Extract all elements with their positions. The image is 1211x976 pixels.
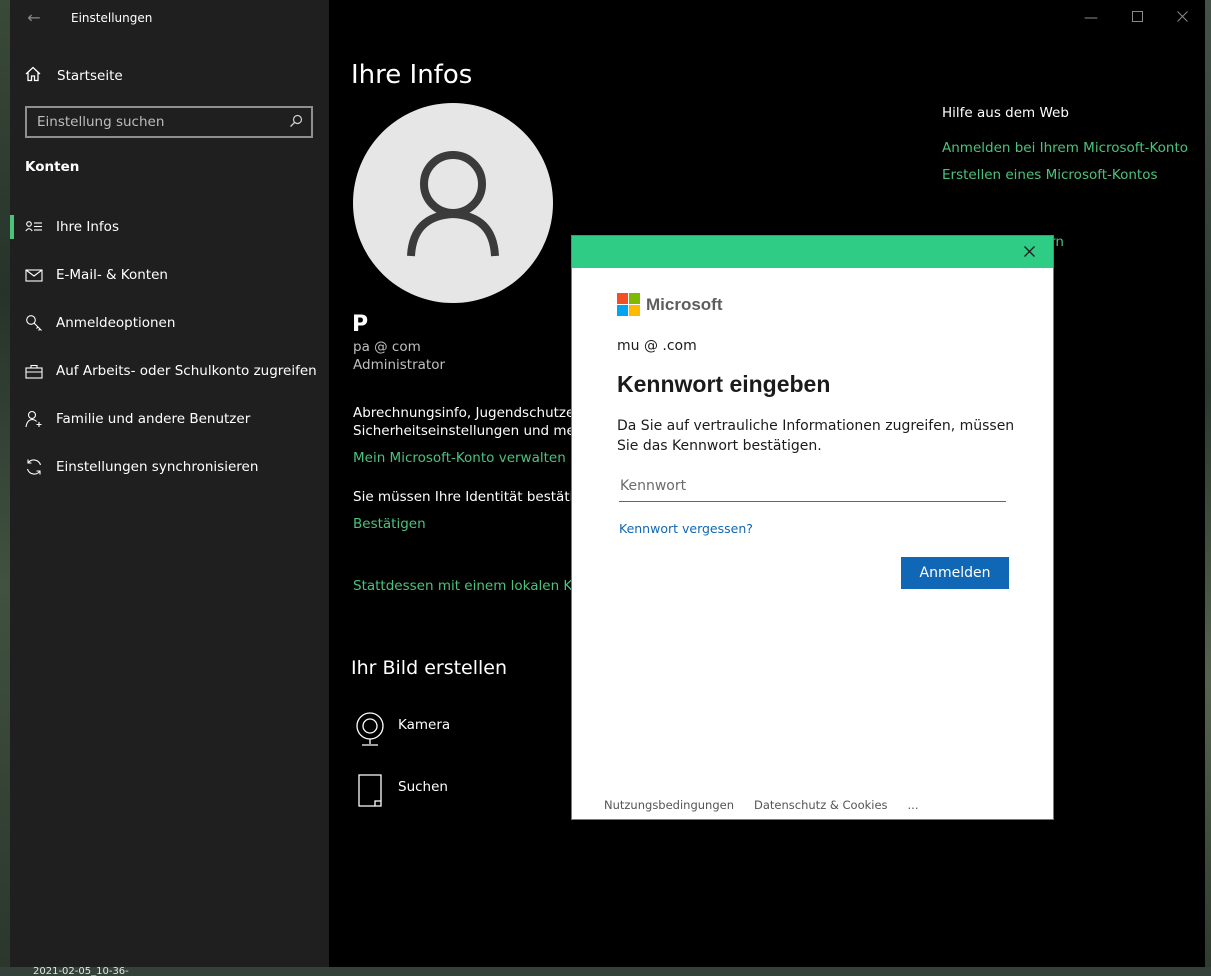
privacy-link[interactable]: Datenschutz & Cookies — [754, 798, 888, 812]
user-role: Administrator — [353, 357, 446, 373]
verify-link[interactable]: Bestätigen — [353, 516, 426, 532]
terms-link[interactable]: Nutzungsbedingungen — [604, 798, 734, 812]
sidebar-item-ihre-infos[interactable]: Ihre Infos — [10, 211, 329, 243]
user-email: pa @ com — [353, 339, 421, 355]
key-icon — [24, 313, 44, 333]
help-link-signin[interactable]: Anmelden bei Ihrem Microsoft-Konto — [942, 140, 1188, 156]
search-icon[interactable] — [289, 113, 303, 132]
verify-identity-text: Sie müssen Ihre Identität bestätiger — [353, 489, 596, 505]
user-name: P — [352, 312, 369, 337]
settings-search-box[interactable] — [25, 106, 313, 138]
microsoft-wordmark: Microsoft — [646, 294, 723, 314]
sidebar-item-label: Anmeldeoptionen — [56, 315, 176, 331]
sidebar-item-arbeitskonto[interactable]: Auf Arbeits- oder Schulkonto zugreifen — [10, 355, 329, 387]
dialog-title: Kennwort eingeben — [617, 371, 831, 397]
browse-label: Suchen — [398, 779, 448, 795]
dialog-header-bar — [572, 236, 1053, 268]
sidebar-item-label: Familie und andere Benutzer — [56, 411, 251, 427]
section-title-konten: Konten — [25, 159, 80, 175]
password-input[interactable] — [619, 470, 1006, 502]
camera-icon — [355, 711, 385, 751]
sync-icon — [24, 457, 44, 477]
file-icon — [355, 773, 385, 813]
sidebar-item-familie[interactable]: Familie und andere Benutzer — [10, 403, 329, 435]
mail-icon — [24, 265, 44, 285]
sidebar-item-label: Einstellungen synchronisieren — [56, 459, 259, 475]
help-link-create[interactable]: Erstellen eines Microsoft-Kontos — [942, 167, 1158, 183]
microsoft-logo-icon — [617, 293, 640, 316]
sidebar-item-label: E-Mail- & Konten — [56, 267, 168, 283]
more-options-button[interactable]: ... — [908, 798, 919, 812]
picture-section-title: Ihr Bild erstellen — [351, 657, 508, 679]
settings-search-input[interactable] — [37, 114, 277, 130]
home-icon — [24, 65, 42, 87]
desktop-background-left — [0, 0, 10, 976]
camera-option[interactable]: Kamera — [355, 711, 450, 751]
signin-button[interactable]: Anmelden — [901, 557, 1009, 589]
maximize-icon[interactable] — [1127, 8, 1147, 28]
briefcase-icon — [24, 361, 44, 381]
close-icon[interactable] — [1019, 242, 1039, 262]
app-title: Einstellungen — [71, 11, 153, 25]
microsoft-logo: Microsoft — [617, 293, 723, 316]
browse-option[interactable]: Suchen — [355, 773, 448, 813]
forgot-password-link[interactable]: Kennwort vergessen? — [619, 521, 753, 536]
dialog-description: Da Sie auf vertrauliche Informationen zu… — [617, 418, 1015, 454]
camera-label: Kamera — [398, 717, 451, 733]
help-title: Hilfe aus dem Web — [942, 105, 1069, 121]
sidebar-item-label: Auf Arbeits- oder Schulkonto zugreifen — [56, 363, 317, 379]
person-add-icon — [24, 409, 44, 429]
desktop-background-right — [1205, 0, 1211, 976]
billing-info-line1: Abrechnungsinfo, Jugendschutzeins — [353, 405, 594, 421]
sidebar-item-synchronisieren[interactable]: Einstellungen synchronisieren — [10, 451, 329, 483]
dialog-footer: Nutzungsbedingungen Datenschutz & Cookie… — [604, 798, 939, 812]
home-nav-item[interactable]: Startseite — [24, 64, 123, 88]
close-window-icon[interactable] — [1172, 8, 1192, 28]
minimize-icon[interactable]: — — [1081, 8, 1101, 28]
desktop-background-bottom — [0, 967, 1211, 976]
back-arrow-icon[interactable]: ← — [24, 8, 44, 28]
dialog-account-email: mu @ .com — [617, 338, 697, 354]
manage-account-link[interactable]: Mein Microsoft-Konto verwalten — [353, 450, 566, 466]
user-silhouette-icon — [407, 151, 499, 257]
password-dialog: Microsoft mu @ .com Kennwort eingeben Da… — [571, 235, 1054, 820]
sidebar-item-anmeldeoptionen[interactable]: Anmeldeoptionen — [10, 307, 329, 339]
person-card-icon — [24, 217, 44, 237]
sidebar-item-email-konten[interactable]: E-Mail- & Konten — [10, 259, 329, 291]
sidebar: ← Einstellungen Startseite Konten Ihre I… — [10, 0, 329, 967]
avatar — [353, 103, 553, 303]
home-label: Startseite — [57, 68, 123, 84]
local-account-link[interactable]: Stattdessen mit einem lokalen Kont — [353, 578, 594, 594]
sidebar-item-label: Ihre Infos — [56, 219, 119, 235]
desktop-timestamp: 2021-02-05_10-36- — [33, 966, 129, 976]
billing-info-line2: Sicherheitseinstellungen und mehr — [353, 423, 589, 439]
page-title: Ihre Infos — [351, 60, 473, 90]
